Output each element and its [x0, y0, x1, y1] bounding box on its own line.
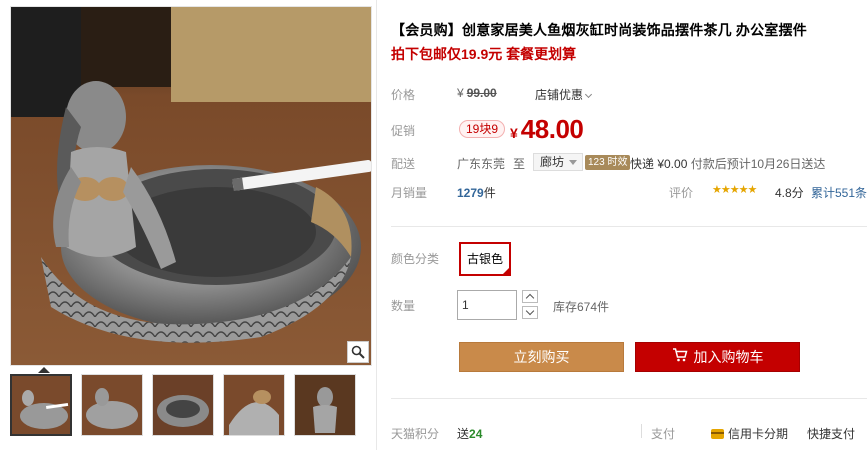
thumbnail-1[interactable]	[10, 374, 72, 436]
sku-option-selected[interactable]: 古银色	[459, 242, 512, 276]
add-to-cart-button[interactable]: 加入购物车	[635, 342, 800, 372]
shopping-cart-icon	[672, 343, 688, 371]
price-meta-block: 价格 ¥99.00 店铺优惠 促销 19块9 ¥48.00 配送 广东东莞 至 …	[377, 72, 867, 210]
destination-city: 廊坊	[540, 155, 565, 169]
caret-down-icon	[569, 160, 578, 165]
thumbnail-4[interactable]	[223, 374, 285, 436]
monthly-sales-unit: 件	[483, 186, 496, 200]
monthly-sales-count: 1279	[457, 186, 484, 200]
credit-card-icon	[711, 428, 724, 439]
original-price: ¥99.00	[457, 86, 497, 100]
chevron-down-icon	[584, 90, 593, 99]
quantity-label: 数量	[391, 299, 416, 313]
stock-count: 库存674件	[553, 300, 610, 314]
quantity-input[interactable]	[457, 290, 517, 320]
delivery-time-badge: 123 时效	[585, 155, 631, 170]
quantity-increase-button[interactable]	[522, 290, 538, 303]
total-reviews-link[interactable]: 累计551条	[811, 184, 867, 201]
delivery-estimate: 付款后预计10月26日送达	[690, 157, 826, 171]
original-price-amount: 99.00	[466, 86, 497, 100]
product-info-panel: 【会员购】创意家居美人鱼烟灰缸时尚装饰品摆件茶几 办公室摆件 拍下包邮仅19.9…	[376, 0, 867, 450]
promo-subtitle: 拍下包邮仅19.9元 套餐更划算	[391, 46, 577, 62]
promotion-label: 促销	[391, 124, 416, 138]
tmall-points-label: 天猫积分	[391, 427, 440, 441]
ship-to-word: 至	[513, 157, 526, 171]
selected-check-icon	[501, 266, 512, 276]
currency-symbol: ¥	[457, 86, 464, 100]
product-gallery	[10, 6, 372, 436]
quick-pay-link[interactable]: 快捷支付	[807, 425, 855, 442]
sku-option-label: 古银色	[467, 252, 504, 266]
active-thumb-pointer	[38, 367, 50, 373]
credit-installment-label: 信用卡分期	[728, 427, 789, 441]
section-divider	[391, 226, 867, 227]
monthly-sales: 1279件	[457, 184, 496, 201]
price-label: 价格	[391, 88, 416, 102]
magnifier-icon[interactable]	[347, 341, 369, 363]
promotion-badge: 19块9	[459, 120, 506, 138]
product-title: 【会员购】创意家居美人鱼烟灰缸时尚装饰品摆件茶几 办公室摆件	[391, 22, 807, 38]
shipping-label: 配送	[391, 157, 416, 171]
credit-installment-link[interactable]: 信用卡分期	[711, 425, 788, 442]
review-label: 评价	[669, 186, 694, 200]
promotion-price-amount: 48.00	[520, 114, 584, 144]
points-prefix: 送	[457, 427, 470, 441]
color-category-label: 颜色分类	[391, 252, 440, 266]
shipping-info: 快递 ¥0.00 付款后预计10月26日送达	[630, 155, 825, 172]
thumbnail-5[interactable]	[294, 374, 356, 436]
shipping-method: 快递 ¥0.00	[630, 157, 688, 171]
thumbnail-strip	[10, 367, 372, 436]
add-to-cart-label: 加入购物车	[693, 349, 764, 365]
thumbnail-3[interactable]	[152, 374, 214, 436]
points-value: 24	[469, 427, 483, 441]
ship-from: 广东东莞	[457, 157, 506, 171]
mermaid-ashtray-image	[11, 7, 371, 365]
destination-city-select[interactable]: 廊坊	[533, 153, 584, 171]
shop-discount-label: 店铺优惠	[535, 88, 584, 102]
rating-score: 4.8分	[775, 186, 804, 200]
main-product-image[interactable]	[10, 6, 372, 366]
currency-symbol: ¥	[510, 125, 518, 141]
quantity-decrease-button[interactable]	[522, 306, 538, 319]
section-divider	[391, 398, 867, 399]
payment-label: 支付	[651, 427, 676, 441]
buy-now-button[interactable]: 立刻购买	[459, 342, 624, 372]
promotion-price: ¥48.00	[510, 114, 584, 145]
tmall-points: 送24	[457, 425, 482, 442]
monthly-sales-label: 月销量	[391, 186, 428, 200]
shop-discount-dropdown[interactable]: 店铺优惠	[535, 86, 593, 103]
rating-stars-icon: ★★★★★	[712, 184, 757, 196]
vertical-divider	[641, 424, 642, 438]
thumbnail-2[interactable]	[81, 374, 143, 436]
